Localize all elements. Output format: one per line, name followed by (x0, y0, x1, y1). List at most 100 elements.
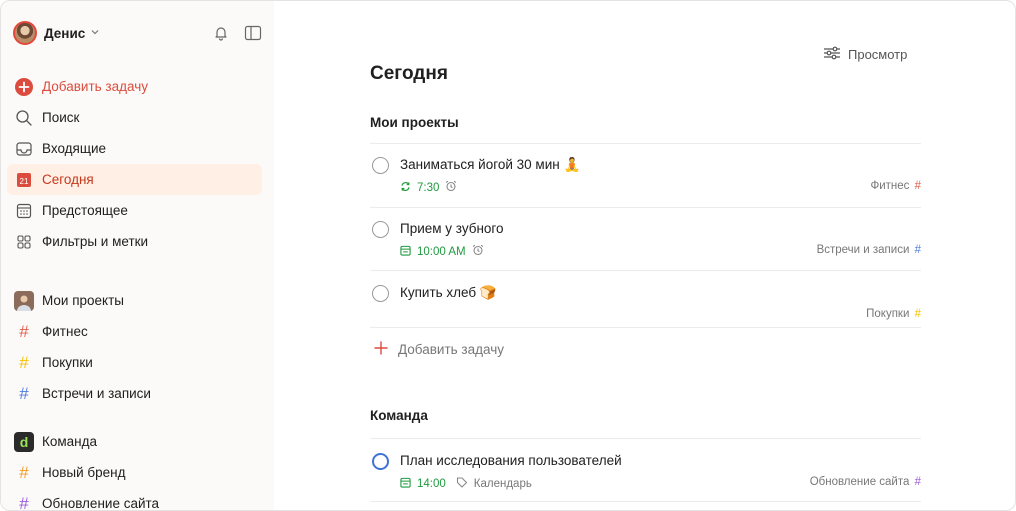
view-label: Просмотр (848, 47, 908, 62)
team-nav: d Команда # Новый бренд # Обновление сай… (7, 426, 262, 511)
avatar[interactable] (13, 21, 37, 45)
sidebar: Денис Добавить задачу Поиск Входящие 21 … (1, 1, 274, 510)
page-title: Сегодня (370, 63, 448, 84)
divider (370, 270, 921, 271)
bread-emoji-icon: 🍞 (479, 285, 497, 300)
alarm-icon (472, 244, 484, 259)
task-item[interactable]: Прием у зубного 10:00 AM Встречи и запис… (370, 220, 921, 264)
task-project[interactable]: Фитнес # (870, 180, 921, 192)
hash-icon: # (19, 322, 29, 341)
sidebar-item-label: Покупки (42, 355, 93, 370)
task-meta: 10:00 AM (400, 244, 484, 259)
sidebar-item-label: Сегодня (42, 172, 94, 187)
section-title-my-projects: Мои проекты (370, 115, 459, 130)
yoga-emoji-icon: 🧘 (563, 157, 581, 172)
sidebar-item-search[interactable]: Поиск (7, 102, 262, 133)
add-task-button[interactable]: Добавить задачу (374, 341, 504, 358)
hash-icon: # (914, 476, 921, 488)
plus-circle-icon (14, 77, 34, 97)
task-meta: 7:30 (400, 180, 457, 195)
sidebar-item-label: Обновление сайта (42, 496, 160, 511)
sidebar-item-label: Добавить задачу (42, 79, 148, 94)
sidebar-item-inbox[interactable]: Входящие (7, 133, 262, 164)
sidebar-item-label: Встречи и записи (42, 386, 151, 401)
task-time: 10:00 AM (417, 245, 466, 258)
task-item[interactable]: План исследования пользователей 14:00 Ка… (370, 452, 921, 496)
sidebar-item-label: Команда (42, 434, 98, 449)
avatar (14, 290, 34, 311)
alarm-icon (445, 180, 457, 195)
sidebar-item-label: Фитнес (42, 324, 88, 339)
task-title: План исследования пользователей (400, 453, 622, 468)
task-checkbox[interactable] (372, 453, 389, 470)
hash-icon: # (19, 463, 29, 482)
sidebar-item-shopping[interactable]: # Покупки (7, 347, 262, 378)
task-project[interactable]: Встречи и записи # (817, 244, 921, 256)
divider (370, 501, 921, 502)
sidebar-item-new-brand[interactable]: # Новый бренд (7, 457, 262, 488)
app-window: Денис Добавить задачу Поиск Входящие 21 … (0, 0, 1016, 511)
sidebar-nav: Добавить задачу Поиск Входящие 21 Сегодн… (7, 71, 262, 257)
calendar-grid-icon (14, 201, 34, 221)
sidebar-item-my-projects[interactable]: Мои проекты (7, 285, 262, 316)
sidebar-item-label: Фильтры и метки (42, 234, 149, 249)
sidebar-item-label: Поиск (42, 110, 80, 125)
main-content: Просмотр Сегодня Мои проекты Заниматься … (274, 1, 1015, 510)
task-item[interactable]: Заниматься йогой 30 мин 🧘 7:30 Фитнес # (370, 156, 921, 200)
divider (370, 143, 921, 144)
bell-icon[interactable] (212, 24, 230, 42)
task-title: Заниматься йогой 30 мин 🧘 (400, 157, 581, 172)
view-button[interactable]: Просмотр (823, 46, 907, 63)
hash-icon: # (914, 308, 921, 320)
sidebar-item-label: Новый бренд (42, 465, 126, 480)
sidebar-toggle-icon[interactable] (244, 24, 262, 42)
sidebar-item-site-update[interactable]: # Обновление сайта (7, 488, 262, 511)
svg-text:21: 21 (20, 177, 29, 186)
task-title: Купить хлеб 🍞 (400, 285, 497, 300)
divider (370, 438, 921, 439)
sidebar-item-add-task[interactable]: Добавить задачу (7, 71, 262, 102)
task-project[interactable]: Обновление сайта # (810, 476, 921, 488)
hash-icon: # (914, 244, 921, 256)
sidebar-item-fitness[interactable]: # Фитнес (7, 316, 262, 347)
task-checkbox[interactable] (372, 221, 389, 238)
sidebar-item-meetings[interactable]: # Встречи и записи (7, 378, 262, 409)
hash-icon: # (914, 180, 921, 192)
recurring-icon (400, 181, 411, 195)
calendar-today-icon: 21 (14, 170, 34, 190)
add-task-label: Добавить задачу (398, 342, 504, 357)
task-meta: 14:00 Календарь (400, 476, 532, 491)
sidebar-item-today[interactable]: 21 Сегодня (7, 164, 262, 195)
task-time: 7:30 (417, 181, 440, 194)
task-project[interactable]: Покупки # (866, 308, 921, 320)
plus-icon (374, 341, 388, 358)
user-name[interactable]: Денис (44, 26, 85, 41)
tag-icon (456, 476, 468, 491)
my-projects-nav: Мои проекты # Фитнес # Покупки # Встречи… (7, 285, 262, 409)
calendar-icon (400, 477, 411, 491)
divider (370, 207, 921, 208)
calendar-icon (400, 245, 411, 259)
search-icon (14, 108, 34, 128)
section-title-team: Команда (370, 408, 428, 423)
task-time: 14:00 (417, 477, 446, 490)
sidebar-item-label: Мои проекты (42, 293, 124, 308)
sidebar-item-filters[interactable]: Фильтры и метки (7, 226, 262, 257)
sidebar-item-label: Входящие (42, 141, 107, 156)
divider (370, 327, 921, 328)
inbox-icon (14, 139, 34, 159)
task-title: Прием у зубного (400, 221, 504, 236)
filters-icon (14, 232, 34, 252)
chevron-down-icon[interactable] (90, 27, 100, 40)
task-item[interactable]: Купить хлеб 🍞 Покупки # (370, 284, 921, 324)
task-checkbox[interactable] (372, 157, 389, 174)
sidebar-item-upcoming[interactable]: Предстоящее (7, 195, 262, 226)
hash-icon: # (19, 494, 29, 511)
sliders-icon (823, 46, 841, 63)
task-label[interactable]: Календарь (474, 478, 532, 490)
hash-icon: # (19, 384, 29, 403)
task-checkbox[interactable] (372, 285, 389, 302)
svg-text:d: d (20, 434, 29, 450)
team-logo: d (14, 431, 34, 452)
sidebar-item-team[interactable]: d Команда (7, 426, 262, 457)
